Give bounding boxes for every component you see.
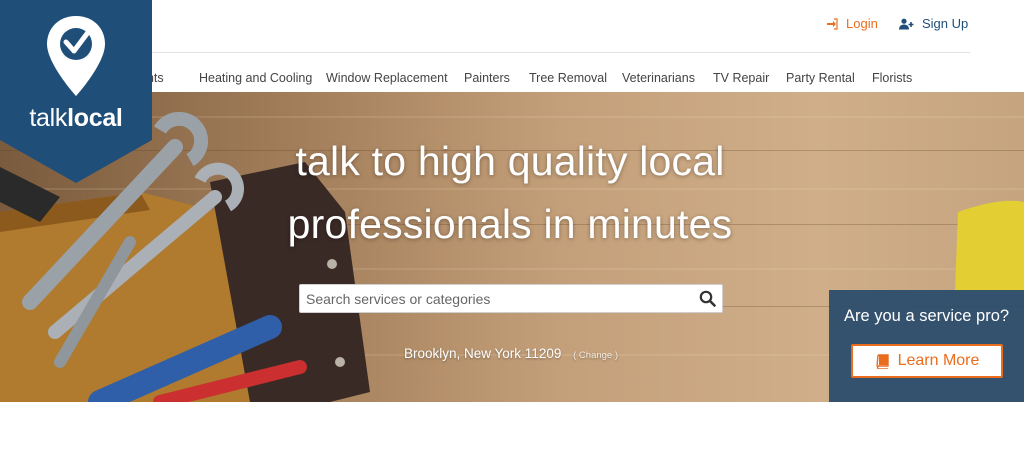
location-display: Brooklyn, New York 11209 ( Change ) (404, 346, 618, 361)
nav-item-window-replacement[interactable]: Window Replacement (326, 64, 448, 92)
search-input[interactable] (300, 285, 690, 312)
talklocal-logo[interactable]: talklocal (0, 0, 152, 183)
login-label: Login (846, 16, 878, 31)
change-location-link[interactable]: ( Change ) (573, 350, 618, 361)
nav-item-tree-removal[interactable]: Tree Removal (529, 64, 607, 92)
logo-text-light: talk (29, 104, 68, 132)
sign-in-icon (827, 17, 838, 30)
logo-wordmark: talklocal (0, 104, 152, 133)
category-nav: ants Heating and Cooling Window Replacem… (0, 64, 1024, 92)
top-bar: Login Sign Up (0, 0, 1024, 53)
book-icon (875, 353, 889, 369)
hero-headline: talk to high quality local professionals… (210, 130, 810, 256)
logo-text-bold: local (67, 104, 123, 132)
header-divider (152, 52, 970, 53)
rivet (327, 259, 337, 269)
search-icon (699, 290, 716, 307)
nav-item-party-rental[interactable]: Party Rental (786, 64, 855, 92)
nav-item-painters[interactable]: Painters (464, 64, 510, 92)
signup-link[interactable]: Sign Up (899, 16, 968, 31)
headline-line-2: professionals in minutes (287, 201, 733, 247)
search-bar (299, 284, 723, 313)
signup-label: Sign Up (922, 16, 969, 31)
headline-line-1: talk to high quality local (295, 138, 725, 184)
yellow-glove (955, 200, 1024, 292)
nav-item-veterinarians[interactable]: Veterinarians (622, 64, 695, 92)
location-check-icon (47, 16, 105, 96)
nav-item-tv-repair[interactable]: TV Repair (713, 64, 769, 92)
learn-more-label: Learn More (897, 352, 980, 369)
service-pro-panel: Are you a service pro? Learn More (829, 290, 1024, 402)
learn-more-button[interactable]: Learn More (851, 344, 1003, 378)
user-plus-icon (899, 18, 914, 29)
login-link[interactable]: Login (826, 16, 878, 31)
nav-item-heating-cooling[interactable]: Heating and Cooling (199, 64, 312, 92)
location-text: Brooklyn, New York 11209 (404, 346, 562, 361)
service-pro-question: Are you a service pro? (844, 307, 1010, 325)
search-button[interactable] (699, 290, 716, 312)
rivet (335, 357, 345, 367)
nav-item-florists[interactable]: Florists (872, 64, 912, 92)
